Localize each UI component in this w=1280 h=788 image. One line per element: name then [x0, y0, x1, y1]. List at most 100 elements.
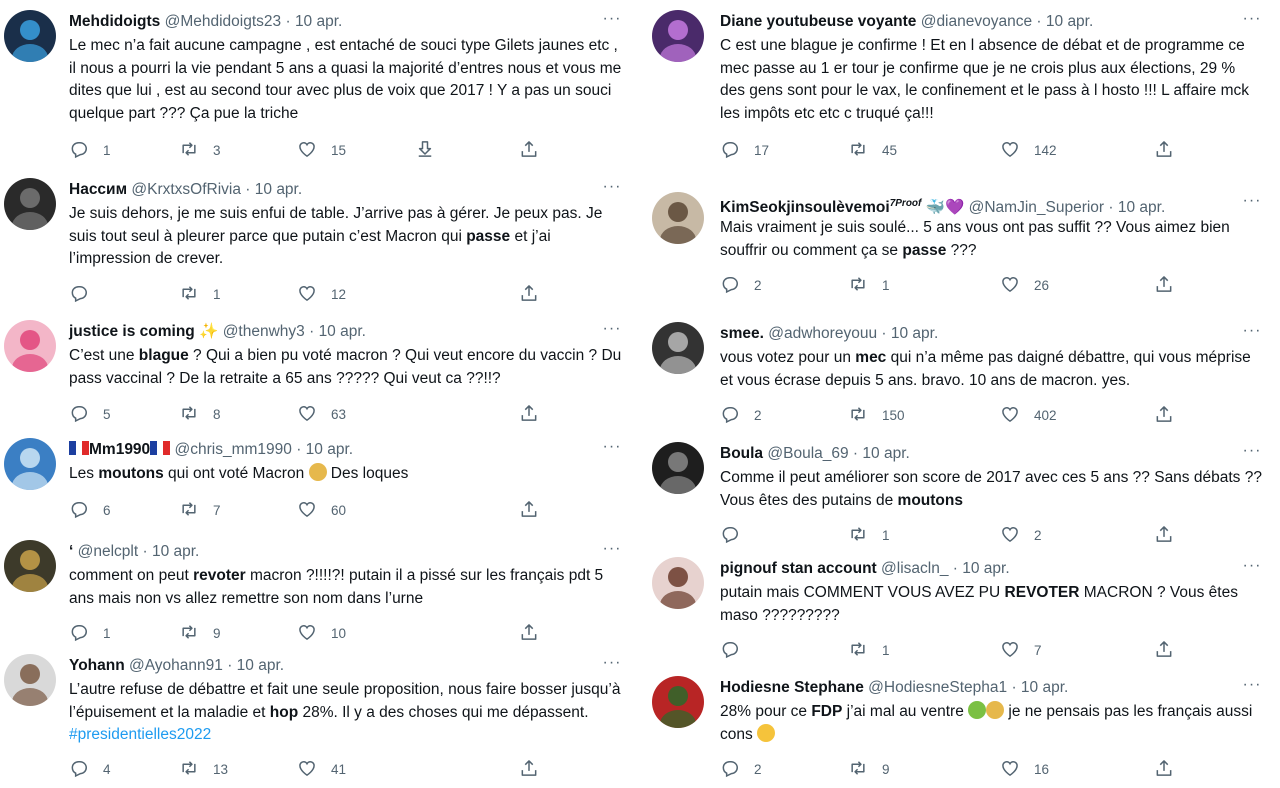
retweet-button[interactable]: 3: [179, 139, 221, 161]
avatar[interactable]: [4, 438, 56, 490]
avatar[interactable]: [4, 178, 56, 230]
avatar[interactable]: [4, 654, 56, 706]
retweet-button[interactable]: 7: [179, 499, 221, 521]
tweet-date[interactable]: 10 apr.: [295, 13, 342, 30]
display-name[interactable]: pignouf stan account: [720, 560, 877, 577]
like-button[interactable]: 10: [297, 622, 346, 644]
user-handle[interactable]: @KrxtxsOfRivia: [131, 181, 241, 198]
reply-button[interactable]: 2: [720, 274, 762, 296]
share-button[interactable]: [1154, 524, 1174, 546]
share-button[interactable]: [519, 622, 539, 644]
user-handle[interactable]: @lisacln_: [881, 560, 948, 577]
user-handle[interactable]: @thenwhy3: [223, 323, 305, 340]
like-button[interactable]: 142: [1000, 139, 1057, 161]
display-name[interactable]: justice is coming ✨: [69, 323, 218, 340]
avatar[interactable]: [652, 10, 704, 62]
tweet-date[interactable]: 10 apr.: [1118, 199, 1165, 216]
user-handle[interactable]: @dianevoyance: [921, 13, 1032, 30]
tweet-date[interactable]: 10 apr.: [255, 181, 302, 198]
reply-button[interactable]: 6: [69, 499, 111, 521]
reply-button[interactable]: 1: [69, 622, 111, 644]
more-options-icon[interactable]: ···: [602, 439, 622, 462]
more-options-icon[interactable]: ···: [602, 541, 622, 564]
retweet-button[interactable]: 1: [179, 283, 221, 305]
share-button[interactable]: [1154, 404, 1174, 426]
display-name[interactable]: Yohann: [69, 657, 125, 674]
avatar[interactable]: [652, 676, 704, 728]
user-handle[interactable]: @HodiesneStepha1: [868, 679, 1007, 696]
retweet-button[interactable]: 1: [848, 524, 890, 546]
tweet-date[interactable]: 10 apr.: [1046, 13, 1093, 30]
display-name[interactable]: smee.: [720, 325, 764, 342]
tweet-date[interactable]: 10 apr.: [306, 441, 353, 458]
display-name[interactable]: Mm1990: [89, 441, 150, 458]
reply-button[interactable]: [720, 524, 754, 546]
avatar[interactable]: [4, 10, 56, 62]
reply-button[interactable]: 1: [69, 139, 111, 161]
reply-button[interactable]: [720, 639, 754, 661]
avatar[interactable]: [652, 322, 704, 374]
user-handle[interactable]: @Mehdidoigts23: [165, 13, 282, 30]
display-name[interactable]: Mehdidoigts: [69, 13, 160, 30]
avatar[interactable]: [652, 557, 704, 609]
more-options-icon[interactable]: ···: [1242, 193, 1262, 216]
more-options-icon[interactable]: ···: [602, 179, 622, 202]
like-button[interactable]: 12: [297, 283, 346, 305]
like-button[interactable]: 41: [297, 758, 346, 780]
avatar[interactable]: [652, 192, 704, 244]
display-name[interactable]: Diane youtubeuse voyante: [720, 13, 916, 30]
more-options-icon[interactable]: ···: [602, 11, 622, 34]
user-handle[interactable]: @chris_mm1990: [175, 441, 292, 458]
share-button[interactable]: [519, 499, 539, 521]
reply-button[interactable]: 5: [69, 403, 111, 425]
user-handle[interactable]: @Boula_69: [767, 445, 848, 462]
retweet-button[interactable]: 9: [179, 622, 221, 644]
like-button[interactable]: 63: [297, 403, 346, 425]
reply-button[interactable]: 2: [720, 758, 762, 780]
avatar[interactable]: [652, 442, 704, 494]
tweet-date[interactable]: 10 apr.: [1021, 679, 1068, 696]
avatar[interactable]: [4, 320, 56, 372]
more-options-icon[interactable]: ···: [1242, 443, 1262, 466]
reply-button[interactable]: [69, 283, 103, 305]
more-options-icon[interactable]: ···: [1242, 11, 1262, 34]
share-button[interactable]: [1154, 274, 1174, 296]
reply-button[interactable]: 2: [720, 404, 762, 426]
retweet-button[interactable]: 9: [848, 758, 890, 780]
share-button[interactable]: [1154, 639, 1174, 661]
retweet-button[interactable]: 8: [179, 403, 221, 425]
share-button[interactable]: [519, 403, 539, 425]
reply-button[interactable]: 17: [720, 139, 769, 161]
display-name[interactable]: Нассим: [69, 181, 127, 198]
more-options-icon[interactable]: ···: [1242, 677, 1262, 700]
like-button[interactable]: 16: [1000, 758, 1049, 780]
more-options-icon[interactable]: ···: [602, 655, 622, 678]
retweet-button[interactable]: 150: [848, 404, 905, 426]
avatar[interactable]: [4, 540, 56, 592]
like-button[interactable]: 26: [1000, 274, 1049, 296]
retweet-button[interactable]: 13: [179, 758, 228, 780]
like-button[interactable]: 402: [1000, 404, 1057, 426]
display-name[interactable]: Boula: [720, 445, 763, 462]
user-handle[interactable]: @nelcplt: [78, 543, 139, 560]
share-button[interactable]: [519, 758, 539, 780]
tweet-date[interactable]: 10 apr.: [152, 543, 199, 560]
user-handle[interactable]: @adwhoreyouu: [768, 325, 877, 342]
tweet-date[interactable]: 10 apr.: [962, 560, 1009, 577]
share-button[interactable]: [1154, 758, 1174, 780]
retweet-button[interactable]: 45: [848, 139, 897, 161]
display-name[interactable]: ‘: [69, 543, 73, 560]
like-button[interactable]: 2: [1000, 524, 1042, 546]
hashtag-link[interactable]: #presidentielles2022: [69, 726, 211, 743]
retweet-button[interactable]: 1: [848, 639, 890, 661]
retweet-button[interactable]: 1: [848, 274, 890, 296]
tweet-date[interactable]: 10 apr.: [237, 657, 284, 674]
reply-button[interactable]: 4: [69, 758, 111, 780]
more-options-icon[interactable]: ···: [602, 321, 622, 344]
like-button[interactable]: 7: [1000, 639, 1042, 661]
download-button[interactable]: [415, 139, 435, 161]
display-name[interactable]: Hodiesne Stephane: [720, 679, 864, 696]
like-button[interactable]: 15: [297, 139, 346, 161]
share-button[interactable]: [519, 139, 539, 161]
share-button[interactable]: [519, 283, 539, 305]
